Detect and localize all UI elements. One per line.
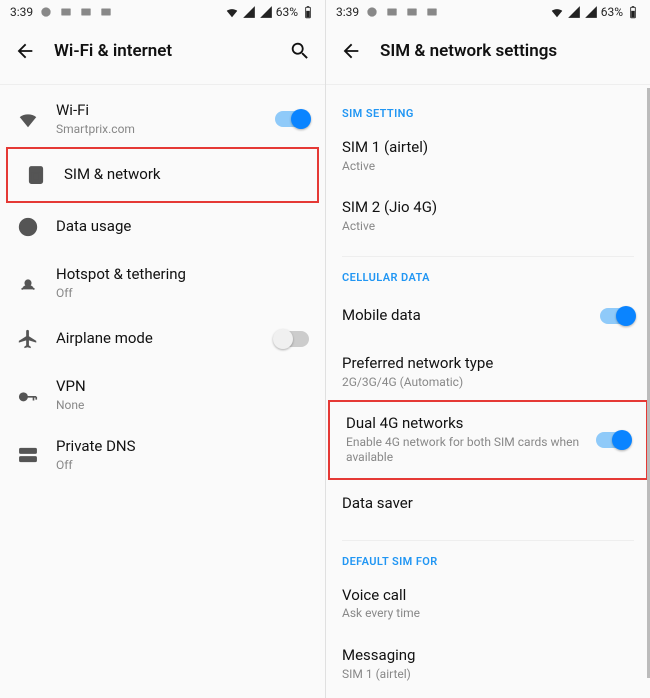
row-sub: None bbox=[56, 398, 309, 414]
row-mobile-data[interactable]: Mobile data bbox=[326, 290, 650, 342]
wifi-icon bbox=[550, 5, 564, 19]
row-title: VPN bbox=[56, 377, 309, 397]
status-app-icon bbox=[79, 5, 93, 19]
row-title: Data usage bbox=[56, 217, 309, 237]
battery-icon bbox=[301, 5, 315, 19]
status-app-icon bbox=[99, 5, 113, 19]
battery-icon bbox=[626, 5, 640, 19]
row-title: Wi-Fi bbox=[56, 101, 259, 121]
dns-icon bbox=[16, 443, 40, 467]
signal-icon bbox=[242, 5, 256, 19]
status-time: 3:39 bbox=[336, 5, 359, 19]
row-airplane[interactable]: Airplane mode bbox=[0, 313, 325, 365]
row-wifi[interactable]: Wi-Fi Smartprix.com bbox=[0, 89, 325, 149]
title-bar: SIM & network settings bbox=[326, 24, 650, 78]
row-data-saver[interactable]: Data saver bbox=[326, 478, 650, 530]
row-title: Hotspot & tethering bbox=[56, 265, 309, 285]
row-title: Airplane mode bbox=[56, 329, 259, 349]
signal-icon bbox=[584, 5, 598, 19]
row-sub: Off bbox=[56, 458, 309, 474]
row-sub: Smartprix.com bbox=[56, 122, 259, 138]
row-dual-4g[interactable]: Dual 4G networks Enable 4G network for b… bbox=[330, 402, 646, 478]
row-title: Data saver bbox=[342, 494, 634, 514]
status-bar: 3:39 63% bbox=[0, 0, 325, 24]
row-title: Private DNS bbox=[56, 437, 309, 457]
status-app-icon bbox=[365, 5, 379, 19]
wifi-icon bbox=[16, 107, 40, 131]
row-vpn[interactable]: VPN None bbox=[0, 365, 325, 425]
status-bar: 3:39 63% bbox=[326, 0, 650, 24]
page-title: Wi-Fi & internet bbox=[54, 41, 271, 61]
row-sub: Enable 4G network for both SIM cards whe… bbox=[346, 435, 580, 466]
row-sub: 2G/3G/4G (Automatic) bbox=[342, 375, 634, 391]
battery-pct: 63% bbox=[601, 5, 623, 19]
signal-icon bbox=[259, 5, 273, 19]
row-title: SIM & network bbox=[64, 165, 301, 185]
row-sub: Off bbox=[56, 286, 309, 302]
search-icon[interactable] bbox=[289, 40, 311, 62]
signal-icon bbox=[567, 5, 581, 19]
row-sub: Ask every time bbox=[342, 606, 634, 622]
vpn-icon bbox=[16, 383, 40, 407]
dual-4g-toggle[interactable] bbox=[596, 432, 630, 448]
row-data-usage[interactable]: Data usage bbox=[0, 201, 325, 253]
status-app-icon bbox=[385, 5, 399, 19]
back-icon[interactable] bbox=[14, 40, 36, 62]
status-app-icon bbox=[39, 5, 53, 19]
row-mobile-data-default[interactable]: Mobile data bbox=[326, 694, 650, 698]
row-hotspot[interactable]: Hotspot & tethering Off bbox=[0, 253, 325, 313]
wifi-toggle[interactable] bbox=[275, 111, 309, 127]
title-bar: Wi-Fi & internet bbox=[0, 24, 325, 78]
row-title: SIM 2 (Jio 4G) bbox=[342, 198, 634, 218]
battery-pct: 63% bbox=[276, 5, 298, 19]
page-title: SIM & network settings bbox=[380, 41, 636, 61]
row-title: Voice call bbox=[342, 586, 634, 606]
row-private-dns[interactable]: Private DNS Off bbox=[0, 425, 325, 485]
row-sim2[interactable]: SIM 2 (Jio 4G) Active bbox=[326, 186, 650, 246]
section-cellular-data: CELLULAR DATA bbox=[326, 267, 650, 290]
row-title: Preferred network type bbox=[342, 354, 634, 374]
airplane-toggle[interactable] bbox=[275, 331, 309, 347]
status-time: 3:39 bbox=[10, 5, 33, 19]
section-default-sim: DEFAULT SIM FOR bbox=[326, 551, 650, 574]
row-sub: Active bbox=[342, 159, 634, 175]
hotspot-icon bbox=[16, 271, 40, 295]
status-app-icon bbox=[405, 5, 419, 19]
row-title: SIM 1 (airtel) bbox=[342, 138, 634, 158]
wifi-icon bbox=[225, 5, 239, 19]
row-title: Dual 4G networks bbox=[346, 414, 580, 434]
row-title: Messaging bbox=[342, 646, 634, 666]
row-sim1[interactable]: SIM 1 (airtel) Active bbox=[326, 126, 650, 186]
row-sub: SIM 1 (airtel) bbox=[342, 667, 634, 683]
status-app-icon bbox=[425, 5, 439, 19]
section-sim-setting: SIM SETTING bbox=[326, 89, 650, 126]
data-usage-icon bbox=[16, 215, 40, 239]
row-sub: Active bbox=[342, 219, 634, 235]
mobile-data-toggle[interactable] bbox=[600, 308, 634, 324]
airplane-icon bbox=[16, 327, 40, 351]
back-icon[interactable] bbox=[340, 40, 362, 62]
row-sim-network[interactable]: SIM & network bbox=[8, 149, 317, 201]
sim-icon bbox=[24, 163, 48, 187]
row-messaging[interactable]: Messaging SIM 1 (airtel) bbox=[326, 634, 650, 694]
row-preferred-network[interactable]: Preferred network type 2G/3G/4G (Automat… bbox=[326, 342, 650, 402]
row-title: Mobile data bbox=[342, 306, 584, 326]
status-app-icon bbox=[59, 5, 73, 19]
row-voice-call[interactable]: Voice call Ask every time bbox=[326, 574, 650, 634]
